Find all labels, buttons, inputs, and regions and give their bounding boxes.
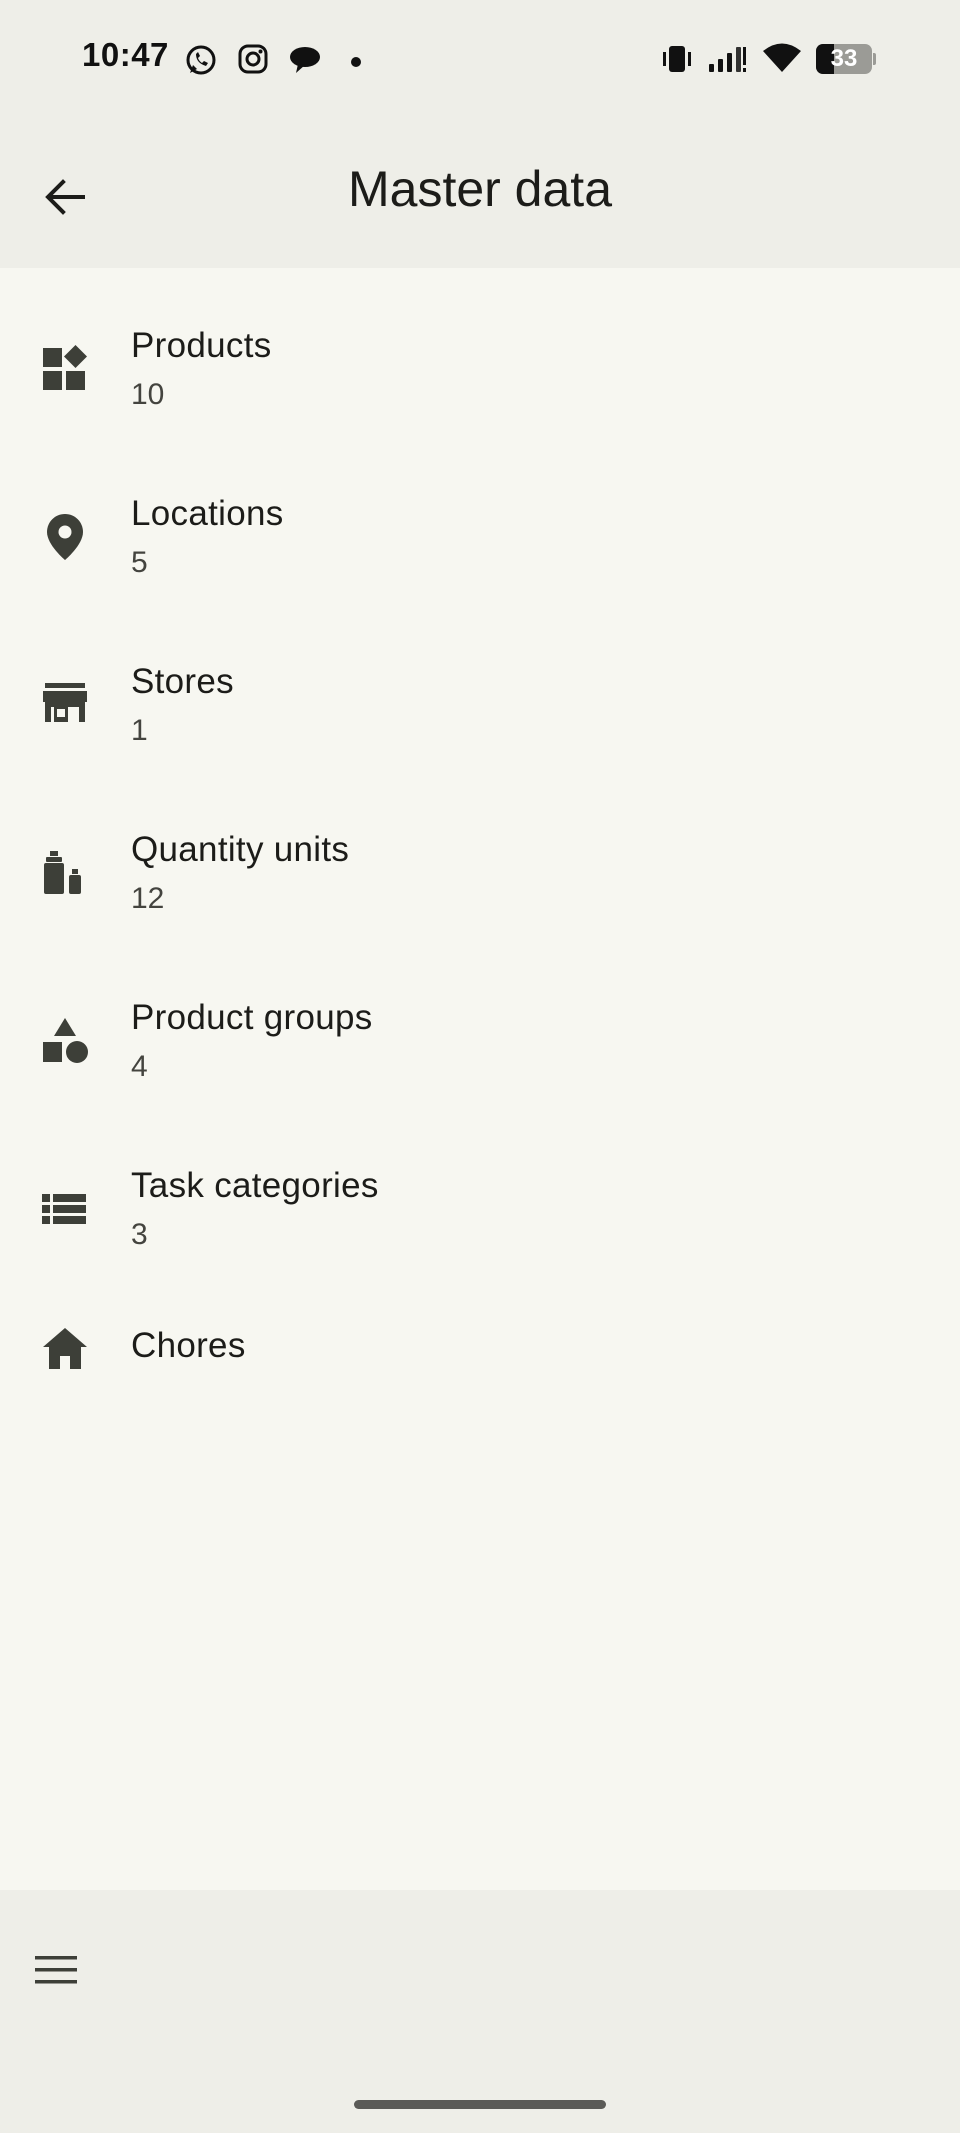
status-time: 10:47: [82, 36, 169, 73]
list-item-stores[interactable]: Stores 1: [0, 604, 960, 772]
list-item-label: Stores: [131, 662, 234, 701]
storefront-icon: [40, 678, 90, 728]
list-item-chores[interactable]: Chores: [0, 1276, 960, 1416]
list-item-count: 1: [131, 714, 148, 747]
location-pin-icon: [40, 512, 90, 562]
list-item-count: 3: [131, 1218, 148, 1251]
app-bar: Master data: [0, 118, 960, 268]
list-item-label: Products: [131, 326, 272, 365]
list-item-task-categories[interactable]: Task categories 3: [0, 1108, 960, 1276]
list-item-product-groups[interactable]: Product groups 4: [0, 940, 960, 1108]
home-indicator[interactable]: [354, 2100, 606, 2109]
home-icon: [40, 1324, 90, 1374]
list-icon: [40, 1184, 90, 1234]
menu-button[interactable]: [20, 1936, 92, 2008]
chat-bubble-icon: [288, 45, 322, 80]
list-item-count: 4: [131, 1050, 148, 1083]
list-item-label: Locations: [131, 494, 284, 533]
scale-bottles-icon: [40, 848, 90, 898]
category-shapes-icon: [40, 1016, 90, 1066]
vibrate-icon: [660, 44, 694, 79]
list-item-quantity-units[interactable]: Quantity units 12: [0, 772, 960, 940]
more-dot-icon: [351, 54, 361, 72]
widgets-icon: [40, 344, 90, 394]
list-item-label: Task categories: [131, 1166, 379, 1205]
list-item-count: 10: [131, 378, 165, 411]
list-item-count: 5: [131, 546, 148, 579]
list-item-products[interactable]: Products 10: [0, 268, 960, 436]
page-title: Master data: [347, 161, 612, 217]
wifi-icon: [762, 42, 802, 79]
list-item-label: Product groups: [131, 998, 373, 1037]
hamburger-menu-icon: [34, 1953, 78, 1992]
list-item-count: 12: [131, 882, 165, 915]
battery-level-text: 33: [830, 45, 858, 72]
list-item-locations[interactable]: Locations 5: [0, 436, 960, 604]
instagram-icon: [237, 43, 269, 80]
signal-icon: [708, 44, 748, 79]
whatsapp-icon: [184, 43, 218, 82]
battery-indicator: 33: [816, 44, 876, 74]
list-item-label: Quantity units: [131, 830, 350, 869]
list-item-label: Chores: [131, 1326, 246, 1365]
status-bar: 10:47 33: [0, 0, 960, 118]
bottom-app-bar: [0, 1890, 960, 2133]
